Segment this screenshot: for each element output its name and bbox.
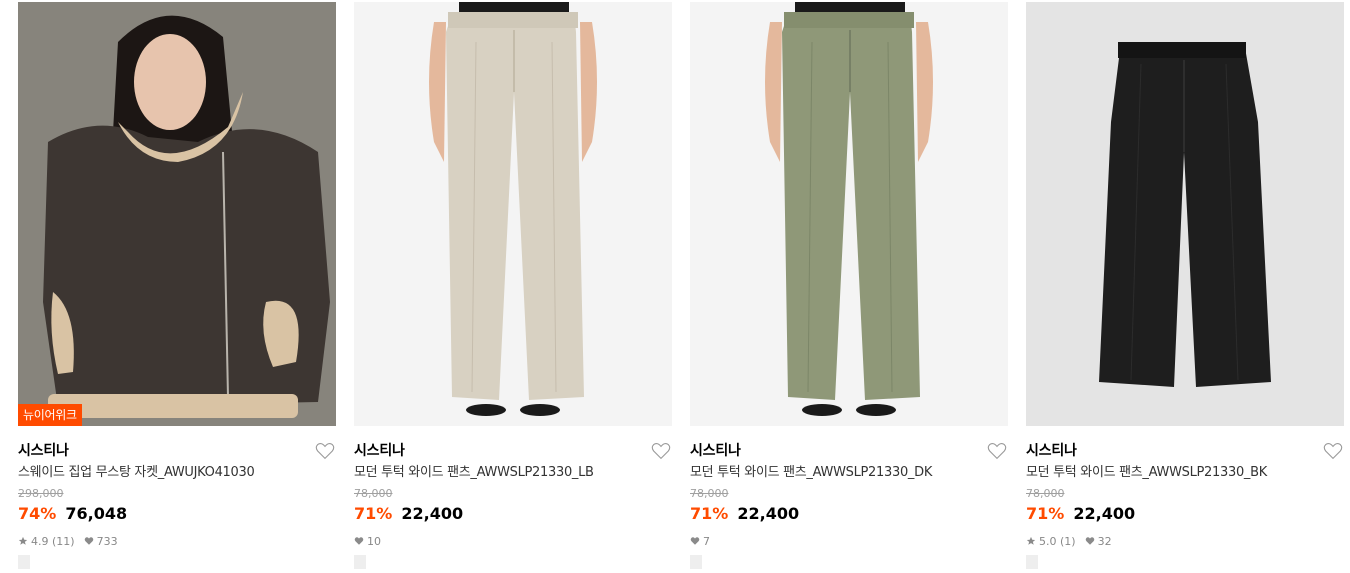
meta-row: 10 <box>354 533 672 549</box>
brand-row: 시스티나 <box>354 440 672 462</box>
price-row: 71% 22,400 <box>1026 503 1344 525</box>
meta-row: 7 <box>690 533 1008 549</box>
tag-chip <box>354 555 366 569</box>
sale-price: 76,048 <box>65 504 128 523</box>
likes-count: 10 <box>367 534 381 548</box>
original-price: 78,000 <box>354 487 393 500</box>
original-price: 78,000 <box>690 487 729 500</box>
product-name[interactable]: 모던 투턱 와이드 팬츠_AWWSLP21330_DK <box>690 464 1008 482</box>
product-image[interactable] <box>690 2 1008 426</box>
brand-row: 시스티나 <box>18 440 336 462</box>
original-price: 78,000 <box>1026 487 1065 500</box>
tag-row <box>1026 554 1344 569</box>
price-row: 74% 76,048 <box>18 503 336 525</box>
product-name[interactable]: 모던 투턱 와이드 팬츠_AWWSLP21330_LB <box>354 464 672 482</box>
tag-row <box>354 554 672 569</box>
tag-row <box>690 554 1008 569</box>
likes: 10 <box>354 535 381 548</box>
review-count: (11) <box>52 534 75 548</box>
review-count: (1) <box>1060 534 1076 548</box>
tag-chip <box>1026 555 1038 569</box>
likes: 7 <box>690 535 710 548</box>
heart-filled-icon <box>690 537 700 545</box>
heart-filled-icon <box>354 537 364 545</box>
brand-name[interactable]: 시스티나 <box>354 443 405 459</box>
likes-count: 733 <box>96 534 118 548</box>
product-grid: 뉴이어위크 시스티나 스웨이드 집업 무스탕 자켓_AWUJKO41030 29… <box>18 2 1344 570</box>
wishlist-heart-icon[interactable] <box>986 440 1008 462</box>
brand-name[interactable]: 시스티나 <box>1026 443 1077 459</box>
original-price: 298,000 <box>18 487 64 500</box>
rating: 4.9 (11) <box>18 535 75 548</box>
jacket-photo-icon <box>18 2 336 426</box>
price-row: 71% 22,400 <box>354 503 672 525</box>
product-card[interactable]: 시스티나 모던 투턱 와이드 팬츠_AWWSLP21330_LB 78,000 … <box>354 2 672 570</box>
meta-row: 4.9 (11) 733 <box>18 533 336 549</box>
brand-row: 시스티나 <box>1026 440 1344 462</box>
price-row: 71% 22,400 <box>690 503 1008 525</box>
likes-count: 7 <box>703 534 710 548</box>
likes: 32 <box>1085 535 1112 548</box>
tag-chip <box>690 555 702 569</box>
discount-rate: 71% <box>1026 504 1065 523</box>
meta-row: 5.0 (1) 32 <box>1026 533 1344 549</box>
promo-badge: 뉴이어위크 <box>18 404 82 426</box>
product-card[interactable]: 시스티나 모던 투턱 와이드 팬츠_AWWSLP21330_DK 78,000 … <box>690 2 1008 570</box>
heart-filled-icon <box>1085 537 1094 545</box>
discount-rate: 71% <box>690 504 729 523</box>
brand-name[interactable]: 시스티나 <box>18 443 69 459</box>
discount-rate: 71% <box>354 504 393 523</box>
tag-chip <box>18 555 30 569</box>
star-icon <box>1026 536 1036 545</box>
product-card[interactable]: 뉴이어위크 시스티나 스웨이드 집업 무스탕 자켓_AWUJKO41030 29… <box>18 2 336 570</box>
product-name[interactable]: 스웨이드 집업 무스탕 자켓_AWUJKO41030 <box>18 464 336 482</box>
wishlist-heart-icon[interactable] <box>314 440 336 462</box>
pants-flatlay-photo-icon <box>1026 2 1344 426</box>
pants-photo-icon <box>354 2 672 426</box>
star-icon <box>18 536 28 545</box>
rating: 5.0 (1) <box>1026 535 1076 548</box>
product-image[interactable] <box>354 2 672 426</box>
likes: 733 <box>84 535 118 548</box>
likes-count: 32 <box>1097 534 1112 548</box>
wishlist-heart-icon[interactable] <box>1322 440 1344 462</box>
product-name[interactable]: 모던 투턱 와이드 팬츠_AWWSLP21330_BK <box>1026 464 1344 482</box>
product-image[interactable]: 뉴이어위크 <box>18 2 336 426</box>
sale-price: 22,400 <box>1073 504 1136 523</box>
heart-filled-icon <box>84 537 93 545</box>
rating-value: 5.0 <box>1039 534 1057 548</box>
brand-name[interactable]: 시스티나 <box>690 443 741 459</box>
product-card[interactable]: 시스티나 모던 투턱 와이드 팬츠_AWWSLP21330_BK 78,000 … <box>1026 2 1344 570</box>
tag-row <box>18 554 336 569</box>
wishlist-heart-icon[interactable] <box>650 440 672 462</box>
rating-value: 4.9 <box>31 534 49 548</box>
discount-rate: 74% <box>18 504 57 523</box>
product-image[interactable] <box>1026 2 1344 426</box>
brand-row: 시스티나 <box>690 440 1008 462</box>
sale-price: 22,400 <box>737 504 800 523</box>
pants-photo-icon <box>690 2 1008 426</box>
sale-price: 22,400 <box>401 504 464 523</box>
